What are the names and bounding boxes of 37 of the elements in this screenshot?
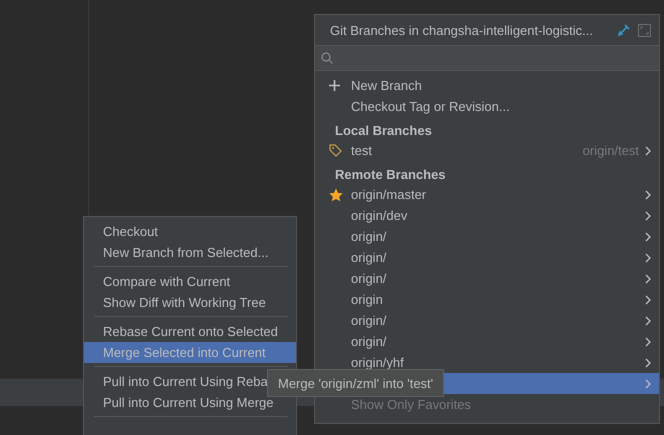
branch-item[interactable]: origin/dev (315, 205, 659, 226)
chevron-right-icon (645, 274, 651, 284)
branch-item[interactable]: origin (315, 289, 659, 310)
action-item[interactable]: New Branch (315, 75, 659, 96)
branch-item[interactable]: origin/ (315, 268, 659, 289)
popup-title: Git Branches in changsha-intelligent-logistic... (330, 22, 594, 38)
action-item[interactable]: Checkout Tag or Revision... (315, 96, 659, 117)
chevron-right-icon (645, 190, 651, 200)
branch-item[interactable]: test origin/test (315, 140, 659, 161)
branch-item[interactable]: origin/ (315, 331, 659, 352)
branch-item[interactable]: origin/master (315, 184, 659, 205)
branch-item[interactable]: origin/ (315, 247, 659, 268)
chevron-right-icon (645, 146, 651, 156)
branch-item[interactable]: origin/ (315, 310, 659, 331)
menu-item[interactable]: Rebase Current onto Selected (84, 321, 296, 342)
chevron-right-icon (645, 336, 651, 346)
section-heading: Remote Branches (334, 166, 447, 184)
tooltip: Merge 'origin/zml' into 'test' (267, 369, 444, 397)
branch-item[interactable]: origin/ (315, 226, 659, 247)
menu-item[interactable]: Checkout (84, 221, 296, 242)
tag-icon (329, 144, 342, 157)
chevron-right-icon (645, 232, 651, 242)
chevron-right-icon (645, 210, 651, 220)
plus-icon (329, 80, 340, 91)
chevron-right-icon (645, 294, 651, 304)
menu-item[interactable]: New Branch from Selected... (84, 242, 296, 263)
menu-item[interactable]: Compare with Current (84, 271, 296, 292)
chevron-right-icon (645, 358, 651, 368)
search-icon (321, 52, 333, 64)
star-icon (329, 188, 343, 202)
search-field[interactable] (315, 46, 659, 71)
chevron-right-icon (645, 252, 651, 262)
expand-icon[interactable] (638, 24, 651, 36)
section-heading: Local Branches (334, 122, 433, 140)
chevron-right-icon (645, 378, 651, 388)
chevron-right-icon (645, 316, 651, 326)
menu-item[interactable]: Show Diff with Working Tree (84, 292, 296, 313)
